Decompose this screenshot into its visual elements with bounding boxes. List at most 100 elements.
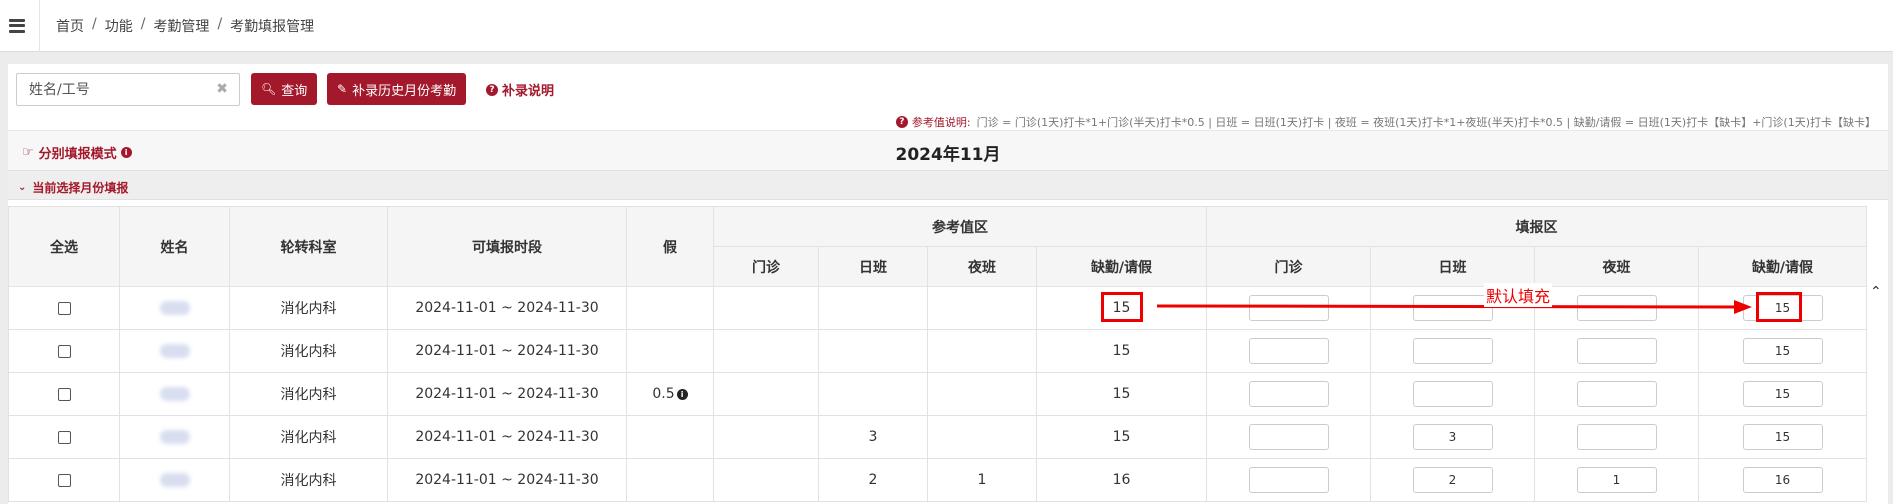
- breadcrumb-home[interactable]: 首页: [56, 16, 84, 36]
- search-input[interactable]: [17, 74, 207, 105]
- section-header: ⌄ 当前选择月份填报: [8, 170, 1888, 200]
- search-icon: 🔍︎: [261, 82, 277, 96]
- fill-absence-input[interactable]: [1742, 338, 1823, 364]
- dept-cell: 消化内科: [229, 286, 388, 330]
- scroll-up-icon[interactable]: ⌃: [1870, 284, 1882, 300]
- row-checkbox[interactable]: [57, 473, 71, 487]
- ref-night-cell: [927, 286, 1037, 330]
- supplement-help-link[interactable]: ? 补录说明: [486, 80, 554, 99]
- default-fill-callout: 默认填充: [1484, 283, 1553, 307]
- fill-outpatient-cell: [1206, 329, 1371, 373]
- ref-day-cell: [818, 372, 928, 416]
- current-month-section-toggle[interactable]: ⌄ 当前选择月份填报: [18, 179, 128, 196]
- fill-night-cell: [1534, 372, 1699, 416]
- fill-outpatient-cell: [1206, 458, 1371, 502]
- name-cell: [119, 329, 230, 373]
- fill-outpatient-input[interactable]: [1248, 295, 1329, 321]
- dept-cell: 消化内科: [229, 372, 388, 416]
- table-row: 消化内科 2024-11-01 ~ 2024-11-30 15: [8, 329, 1867, 373]
- ref-day-cell: 2: [818, 458, 928, 502]
- fill-night-cell: [1534, 458, 1699, 502]
- fill-night-input[interactable]: [1576, 338, 1657, 364]
- fill-outpatient-input[interactable]: [1248, 381, 1329, 407]
- reference-note-text: 门诊 = 门诊(1天)打卡*1+门诊(半天)打卡*0.5 | 日班 = 日班(1…: [976, 116, 1876, 129]
- dept-cell: 消化内科: [229, 415, 388, 459]
- row-checkbox[interactable]: [57, 387, 71, 401]
- ref-absence-cell: 15: [1036, 329, 1207, 373]
- fill-absence-cell: [1698, 372, 1867, 416]
- row-checkbox[interactable]: [57, 301, 71, 315]
- ref-outpatient-cell: [713, 415, 819, 459]
- query-button-label: 查询: [281, 83, 308, 99]
- leave-cell: [626, 415, 714, 459]
- query-button[interactable]: 🔍︎ 查询: [251, 73, 318, 105]
- fill-outpatient-input[interactable]: [1248, 338, 1329, 364]
- arrow-head-icon: [1734, 300, 1752, 314]
- month-title: 2024年11月: [895, 145, 1001, 165]
- ref-absence-cell: 15: [1036, 372, 1207, 416]
- fill-absence-input[interactable]: [1742, 467, 1823, 493]
- search-box: ✖: [16, 73, 240, 106]
- name-blurred: [159, 430, 190, 444]
- fill-day-cell: [1370, 415, 1535, 459]
- fill-outpatient-cell: [1206, 415, 1371, 459]
- dept-cell: 消化内科: [229, 329, 388, 373]
- chevron-down-icon: ⌄: [18, 182, 27, 193]
- name-blurred: [159, 344, 190, 358]
- header-fill-absence: 缺勤/请假: [1698, 246, 1867, 287]
- leave-cell: 0.5 i: [626, 372, 714, 416]
- header-fill-outpatient: 门诊: [1206, 246, 1371, 287]
- fill-day-input[interactable]: [1412, 424, 1493, 450]
- reference-note-label: 参考值说明:: [911, 116, 971, 129]
- breadcrumb-function[interactable]: 功能: [105, 16, 133, 36]
- fill-night-input[interactable]: [1576, 424, 1657, 450]
- reference-note: ? 参考值说明: 门诊 = 门诊(1天)打卡*1+门诊(半天)打卡*0.5 | …: [895, 114, 1876, 130]
- fill-night-input[interactable]: [1576, 381, 1657, 407]
- fill-absence-input[interactable]: [1742, 424, 1823, 450]
- fill-night-input[interactable]: [1576, 467, 1657, 493]
- period-cell: 2024-11-01 ~ 2024-11-30: [387, 415, 627, 459]
- fill-night-cell: [1534, 415, 1699, 459]
- header-fill-night: 夜班: [1534, 246, 1699, 287]
- clear-icon[interactable]: ✖: [216, 81, 228, 97]
- fill-absence-input[interactable]: [1742, 381, 1823, 407]
- row-select-cell: [8, 329, 120, 373]
- fill-day-input[interactable]: [1412, 381, 1493, 407]
- header-fill-day: 日班: [1370, 246, 1535, 287]
- edit-icon: ✎: [337, 82, 348, 96]
- breadcrumb-current: 考勤填报管理: [230, 18, 315, 35]
- info-icon[interactable]: i: [676, 388, 688, 400]
- ref-absence-cell: 15: [1036, 415, 1207, 459]
- fill-day-cell: [1370, 329, 1535, 373]
- row-select-cell: [8, 415, 120, 459]
- question-icon: ?: [895, 116, 908, 128]
- menu-icon[interactable]: [9, 18, 25, 33]
- supplement-button-label: 补录历史月份考勤: [352, 83, 457, 99]
- table-row: 消化内科 2024-11-01 ~ 2024-11-30 3 15: [8, 415, 1867, 459]
- name-blurred: [159, 301, 190, 315]
- breadcrumb-attendance[interactable]: 考勤管理: [153, 16, 209, 36]
- header-ref-group: 参考值区: [713, 206, 1207, 247]
- header-ref-absence: 缺勤/请假: [1036, 246, 1207, 287]
- fill-day-input[interactable]: [1412, 467, 1493, 493]
- ref-outpatient-cell: [713, 329, 819, 373]
- header-fill-group: 填报区: [1206, 206, 1867, 247]
- ref-day-cell: [818, 329, 928, 373]
- fill-night-cell: [1534, 329, 1699, 373]
- row-select-cell: [8, 372, 120, 416]
- fill-outpatient-input[interactable]: [1248, 424, 1329, 450]
- supplement-history-button[interactable]: ✎ 补录历史月份考勤: [327, 73, 467, 105]
- row-checkbox[interactable]: [57, 430, 71, 444]
- fill-absence-cell: [1698, 458, 1867, 502]
- fill-day-input[interactable]: [1412, 338, 1493, 364]
- leave-value: 0.5: [652, 386, 675, 402]
- period-cell: 2024-11-01 ~ 2024-11-30: [387, 458, 627, 502]
- fill-outpatient-input[interactable]: [1248, 467, 1329, 493]
- ref-day-cell: 3: [818, 415, 928, 459]
- row-checkbox[interactable]: [57, 344, 71, 358]
- row-select-cell: [8, 286, 120, 330]
- period-cell: 2024-11-01 ~ 2024-11-30: [387, 286, 627, 330]
- period-cell: 2024-11-01 ~ 2024-11-30: [387, 329, 627, 373]
- fill-highlight-box: [1756, 292, 1802, 322]
- table-row: 消化内科 2024-11-01 ~ 2024-11-30 0.5 i 15: [8, 372, 1867, 416]
